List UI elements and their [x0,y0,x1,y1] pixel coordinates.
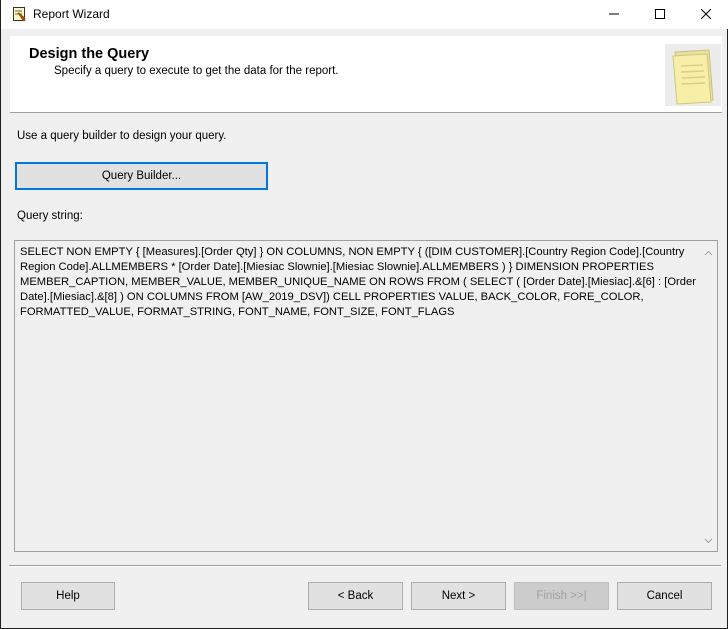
page-title: Design the Query [29,46,150,62]
query-string-scrollbar[interactable] [700,241,717,551]
scroll-up-icon[interactable] [704,245,713,259]
close-icon [700,8,712,22]
page-subtitle: Specify a query to execute to get the da… [54,65,339,77]
query-builder-button[interactable]: Query Builder... [15,162,268,190]
wizard-header: Design the Query Specify a query to exec… [10,36,722,113]
scroll-down-icon[interactable] [704,533,713,547]
finish-button[interactable]: Finish >>| [514,582,609,610]
maximize-icon [655,8,665,22]
maximize-button[interactable] [637,0,683,29]
wizard-document-art [665,44,721,106]
window-title: Report Wizard [33,7,110,21]
close-button[interactable] [683,0,728,29]
footer-separator [9,565,721,567]
help-button[interactable]: Help [21,582,115,610]
report-wizard-app-icon [13,7,27,22]
query-string-label: Query string: [17,210,83,222]
back-button[interactable]: < Back [308,582,403,610]
query-builder-instruction: Use a query builder to design your query… [17,130,227,142]
report-wizard-window: Report Wizard Design the Query Specify a… [0,0,728,629]
query-string-text: SELECT NON EMPTY { [Measures].[Order Qty… [20,246,696,318]
cancel-button[interactable]: Cancel [617,582,712,610]
next-button[interactable]: Next > [411,582,506,610]
title-bar: Report Wizard [1,0,728,29]
minimize-icon [609,8,619,22]
query-string-textarea[interactable]: SELECT NON EMPTY { [Measures].[Order Qty… [14,240,718,552]
minimize-button[interactable] [591,0,637,29]
